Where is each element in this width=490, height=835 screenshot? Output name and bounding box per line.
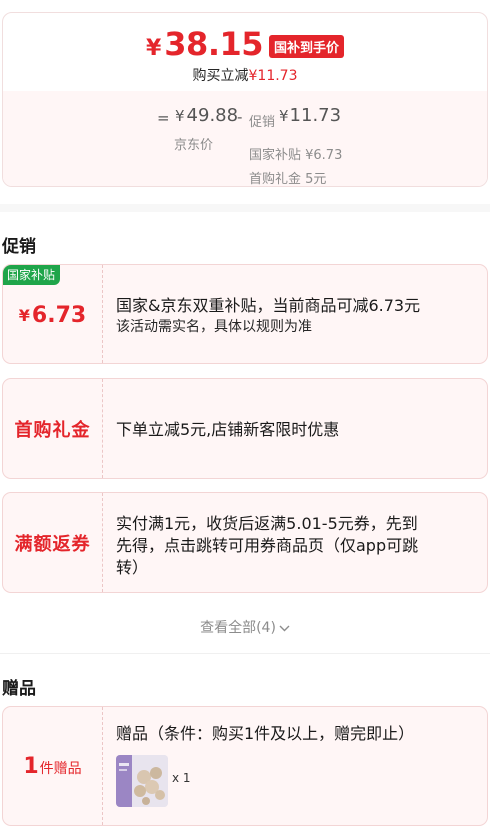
view-all-label: 查看全部(4)	[200, 620, 276, 636]
instant-discount: 购买立减¥11.73	[3, 65, 487, 85]
promo-desc-main: 国家&京东双重补贴，当前商品可减6.73元	[116, 296, 421, 315]
jd-price-currency: ¥	[175, 107, 185, 125]
final-price-value: 38.15	[164, 25, 263, 63]
promo-desc: 下单立减5元,店铺新客限时优惠	[116, 419, 475, 441]
promo-desc-main: 下单立减5元,店铺新客限时优惠	[116, 420, 340, 439]
promo-label: 促销	[249, 115, 276, 130]
jd-price-value: 49.88	[186, 105, 239, 126]
promo-desc: 实付满1元，收货后返满5.01-5元券，先到先得，点击跳转可用券商品页（仅app…	[116, 513, 425, 579]
dashed-divider	[102, 707, 103, 825]
promo-desc-main: 实付满1元，收货后返满5.01-5元券，先到先得，点击跳转可用券商品页（仅app…	[116, 514, 419, 577]
promo-left-currency: ¥	[18, 305, 30, 325]
view-all-promotions-button[interactable]: 查看全部(4)	[0, 617, 490, 637]
gift-count-wrap: 1 件赠品	[23, 754, 81, 779]
promo-left-label: 满额返券	[14, 533, 91, 555]
divider-line	[0, 653, 490, 654]
promo-desc-sub: 该活动需实名，具体以规则为准	[116, 319, 312, 335]
gift-product-image[interactable]	[116, 755, 168, 807]
equals-sign: =	[157, 109, 170, 127]
gift-count: 1 件赠品	[3, 707, 102, 825]
promo-left-label: 首购礼金	[14, 419, 91, 441]
promo-amount-value: 11.73	[289, 105, 342, 126]
gift-condition: 赠品（条件：购买1件及以上，赠完即止）	[116, 723, 475, 745]
jd-price-label: 京东价	[174, 138, 214, 153]
breakdown-line-subsidy: 国家补贴 ¥6.73	[249, 148, 343, 163]
breakdown-line-first-purchase: 首购礼金 5元	[249, 172, 327, 187]
dashed-divider	[102, 379, 103, 478]
promo-desc: 国家&京东双重补贴，当前商品可减6.73元 该活动需实名，具体以规则为准	[116, 295, 475, 337]
instant-discount-label: 购买立减	[192, 68, 249, 84]
promo-currency: ¥	[279, 107, 289, 125]
gift-count-value: 1	[23, 753, 39, 779]
gift-count-unit: 件赠品	[39, 760, 82, 777]
gift-card[interactable]: 1 件赠品 赠品（条件：购买1件及以上，赠完即止） x 1	[2, 706, 488, 826]
promotions-title: 促销	[2, 237, 36, 257]
promo-left-value: 6.73	[31, 302, 87, 328]
dashed-divider	[102, 493, 103, 592]
promo-card-national-subsidy[interactable]: 国家补贴 ¥6.73 国家&京东双重补贴，当前商品可减6.73元 该活动需实名，…	[2, 264, 488, 364]
final-price-row: ¥ 38.15 国补到手价	[3, 25, 487, 63]
minus-sign: -	[237, 108, 243, 126]
gift-condition-text: 赠品（条件：购买1件及以上，赠完即止）	[116, 724, 415, 743]
chevron-down-icon	[279, 620, 290, 636]
price-breakdown: = ¥49.88 京东价 - 促销 ¥11.73 国家补贴 ¥6.73 首购礼金…	[3, 91, 487, 187]
gift-quantity: x 1	[172, 771, 191, 785]
price-summary-card: ¥ 38.15 国补到手价 购买立减¥11.73 = ¥49.88 京东价 - …	[2, 12, 488, 187]
currency-symbol: ¥	[145, 36, 162, 61]
gifts-title: 赠品	[2, 679, 36, 699]
price-header: ¥ 38.15 国补到手价 购买立减¥11.73	[3, 13, 487, 91]
promo-left-amount: ¥6.73	[3, 265, 102, 363]
final-price: ¥ 38.15	[145, 25, 264, 63]
section-divider	[0, 204, 490, 212]
subsidy-price-badge: 国补到手价	[269, 34, 345, 58]
dashed-divider	[102, 265, 103, 363]
instant-discount-amount: ¥11.73	[248, 68, 298, 84]
promo-card-first-purchase[interactable]: 首购礼金 下单立减5元,店铺新客限时优惠	[2, 378, 488, 479]
jd-price: ¥49.88	[175, 105, 238, 126]
promo-amount: ¥11.73	[279, 105, 341, 126]
promo-card-coupon-return[interactable]: 满额返券 实付满1元，收货后返满5.01-5元券，先到先得，点击跳转可用券商品页…	[2, 492, 488, 593]
